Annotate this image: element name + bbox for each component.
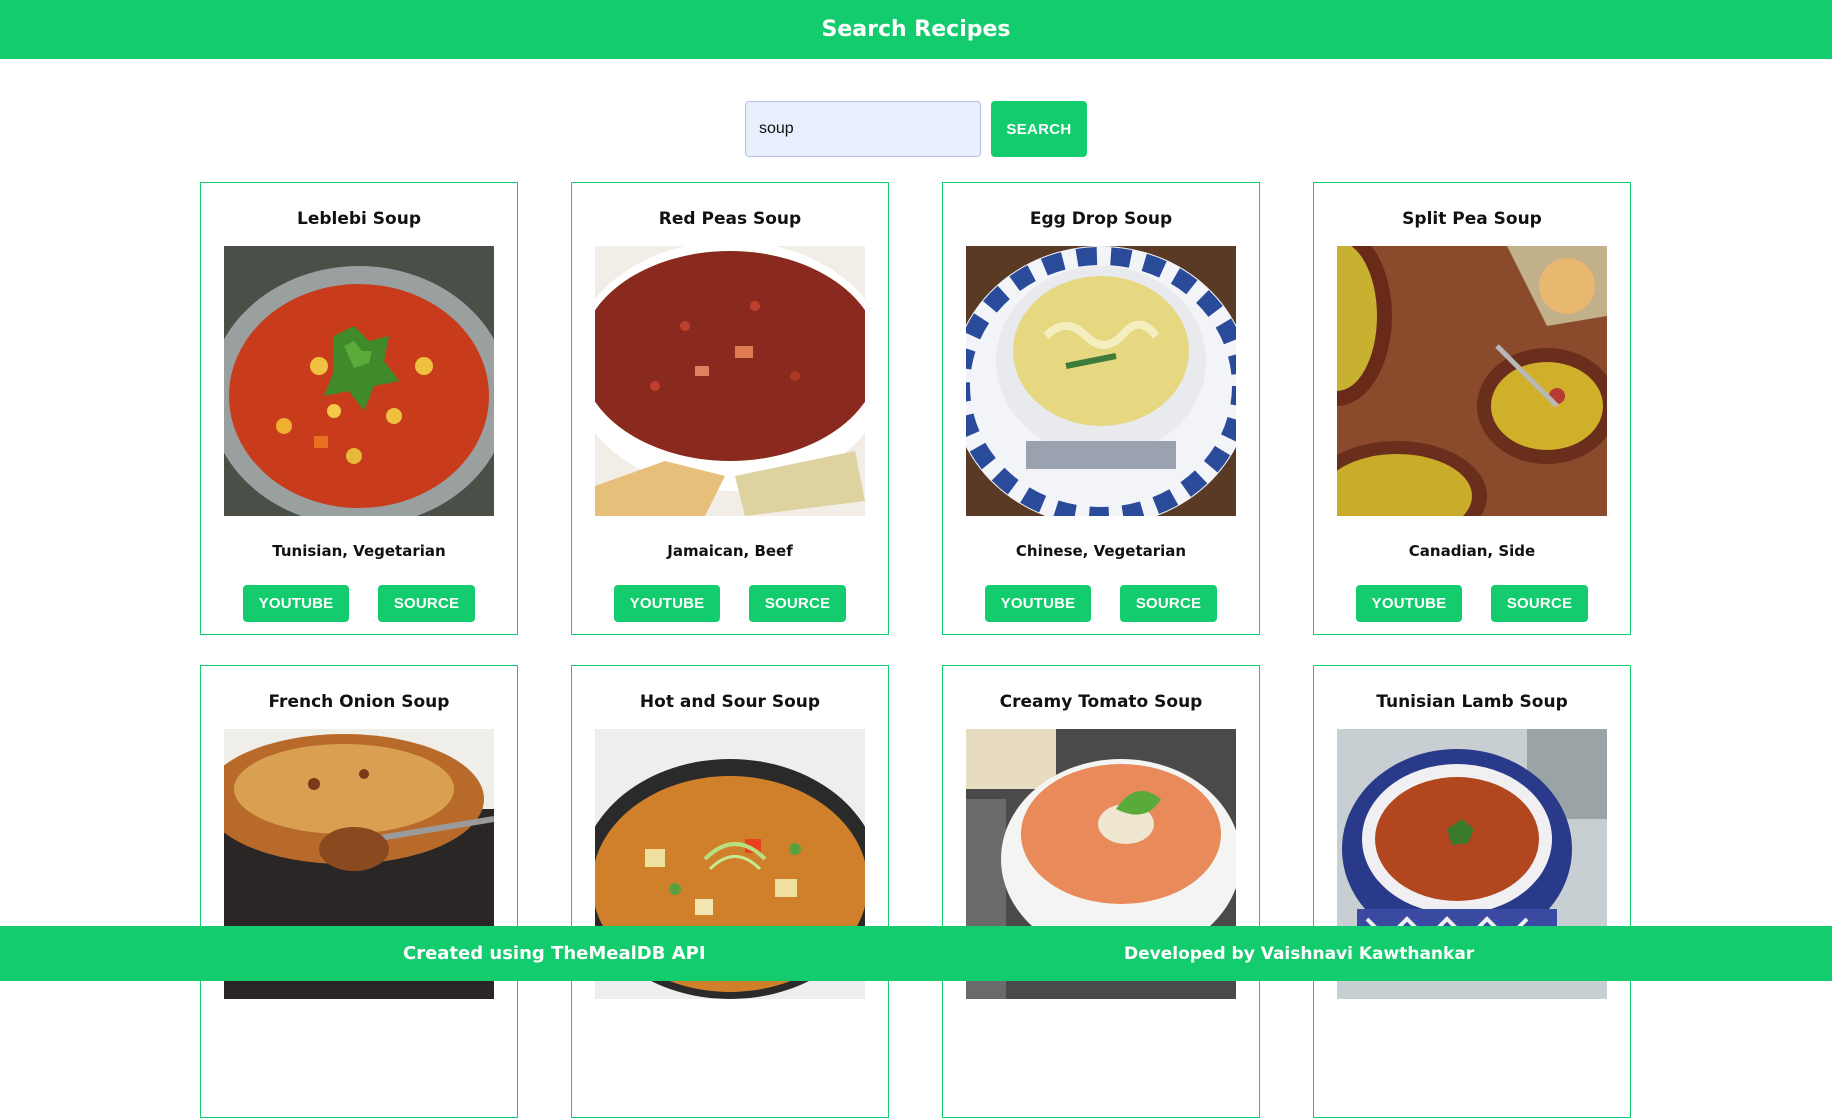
- source-button[interactable]: SOURCE: [1491, 585, 1588, 622]
- app-footer: Created using TheMealDB API Developed by…: [0, 926, 1832, 981]
- recipe-image: [966, 246, 1236, 516]
- recipe-tags: Canadian, Side: [1408, 542, 1536, 560]
- footer-credit: Created using TheMealDB API: [403, 943, 706, 964]
- recipe-title: Tunisian Lamb Soup: [1376, 692, 1568, 712]
- recipe-title: Split Pea Soup: [1402, 209, 1542, 229]
- recipe-title: Red Peas Soup: [658, 209, 802, 229]
- recipe-image: [595, 246, 865, 516]
- recipe-title: French Onion Soup: [268, 692, 450, 712]
- recipe-card: Creamy Tomato Soup: [942, 665, 1260, 1118]
- source-button[interactable]: SOURCE: [378, 585, 475, 622]
- youtube-button[interactable]: YOUTUBE: [1356, 585, 1462, 622]
- youtube-button[interactable]: YOUTUBE: [243, 585, 349, 622]
- search-button[interactable]: SEARCH: [991, 101, 1087, 157]
- recipe-card: Leblebi Soup Tunisian, Vegetarian YOUTUB…: [200, 182, 518, 635]
- recipe-image: [1337, 246, 1607, 516]
- source-button[interactable]: SOURCE: [1120, 585, 1217, 622]
- soup-photo: [224, 246, 494, 516]
- recipe-tags: Tunisian, Vegetarian: [272, 542, 446, 560]
- footer-developer: Developed by Vaishnavi Kawthankar: [1124, 943, 1475, 964]
- search-input[interactable]: [745, 101, 981, 157]
- app-header: Search Recipes: [0, 0, 1832, 59]
- recipe-card: Hot and Sour Soup: [571, 665, 889, 1118]
- recipe-tags: Jamaican, Beef: [667, 542, 793, 560]
- recipe-card: Tunisian Lamb Soup: [1313, 665, 1631, 1118]
- recipe-image: [224, 246, 494, 516]
- recipe-card: French Onion Soup: [200, 665, 518, 1118]
- soup-photo: [595, 246, 865, 516]
- soup-photo: [966, 246, 1236, 516]
- youtube-button[interactable]: YOUTUBE: [985, 585, 1091, 622]
- soup-photo: [1337, 246, 1607, 516]
- page-title: Search Recipes: [821, 17, 1011, 42]
- recipe-card: Split Pea Soup Canadian, Side YOUTUBE SO…: [1313, 182, 1631, 635]
- source-button[interactable]: SOURCE: [749, 585, 846, 622]
- recipe-title: Leblebi Soup: [297, 209, 421, 229]
- search-bar: SEARCH: [0, 101, 1832, 157]
- recipe-title: Egg Drop Soup: [1029, 209, 1173, 229]
- recipe-tags: Chinese, Vegetarian: [1015, 542, 1187, 560]
- recipe-title: Creamy Tomato Soup: [999, 692, 1203, 712]
- youtube-button[interactable]: YOUTUBE: [614, 585, 720, 622]
- recipe-card: Red Peas Soup Jamaican, Beef YOUTUBE SOU…: [571, 182, 889, 635]
- recipe-card: Egg Drop Soup Chinese, Vegetarian YOUTUB…: [942, 182, 1260, 635]
- recipe-title: Hot and Sour Soup: [639, 692, 821, 712]
